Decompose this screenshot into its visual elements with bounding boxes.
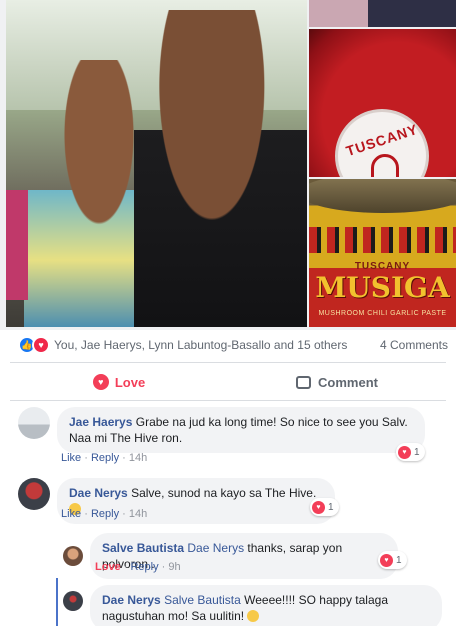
- love-button[interactable]: ♥ Love: [10, 366, 228, 398]
- comment-bubble: Jae Haerys Grabe na jud ka long time! So…: [57, 407, 425, 453]
- tuscany-seal-logo: TUSCANY: [335, 109, 429, 177]
- photo-person-man: [134, 10, 307, 327]
- photo-grid: TUSCANY TUSCANY MUSIGA MUSHROOM CHILI GA…: [0, 0, 456, 330]
- photo-thumb-top[interactable]: [309, 0, 456, 27]
- comment-meta: Like · Reply · 14h: [61, 452, 147, 464]
- comment-reaction-badge[interactable]: ♥ 1: [378, 551, 407, 569]
- jar-product-name: MUSIGA: [315, 271, 450, 304]
- reaction-count: 1: [414, 446, 420, 458]
- comment-timestamp[interactable]: 9h: [168, 561, 180, 573]
- comment-meta: Love · Reply · 9h: [95, 561, 181, 573]
- separator-dot: ·: [122, 452, 126, 464]
- avatar[interactable]: [18, 407, 50, 439]
- comment-author-link[interactable]: Salve Bautista: [102, 541, 184, 555]
- separator-dot: ·: [122, 508, 126, 520]
- love-button-label: Love: [114, 374, 146, 390]
- avatar[interactable]: [63, 591, 83, 611]
- comment-reaction-badge[interactable]: ♥ 1: [396, 443, 425, 461]
- reactions-summary: 👍 ♥ You, Jae Haerys, Lynn Labuntog-Basal…: [18, 334, 448, 356]
- comment-author-link[interactable]: Dae Nerys: [102, 593, 161, 607]
- comment-button-label: Comment: [318, 374, 378, 390]
- photo-bag-strap: [6, 190, 28, 300]
- comment-like-link[interactable]: Like: [61, 452, 81, 464]
- reply-item: Dae Nerys Salve Bautista Weeee!!!! SO ha…: [63, 585, 442, 626]
- comment-meta: Like · Reply · 14h: [61, 508, 147, 520]
- avatar[interactable]: [18, 478, 50, 510]
- separator-dot: ·: [123, 561, 128, 573]
- photo-thumb-tuscany-box[interactable]: TUSCANY: [309, 29, 456, 177]
- reaction-count: 1: [328, 501, 334, 513]
- photo-thumb-musiga-jar[interactable]: TUSCANY MUSIGA MUSHROOM CHILI GARLIC PAS…: [309, 179, 456, 327]
- smile-emoji-icon: [247, 610, 260, 622]
- comment-item: Jae Haerys Grabe na jud ka long time! So…: [18, 407, 425, 453]
- reaction-names-link[interactable]: You, Jae Haerys, Lynn Labuntog-Basallo a…: [54, 338, 347, 352]
- seal-mark-icon: [371, 154, 399, 177]
- heart-icon: ♥: [380, 553, 393, 567]
- comment-mention-link[interactable]: Dae Nerys: [187, 541, 244, 555]
- comment-reply-link[interactable]: Reply: [91, 508, 119, 520]
- photo-main-selfie[interactable]: [6, 0, 307, 327]
- separator-dot: ·: [84, 508, 88, 520]
- jar-pattern-band: [309, 227, 456, 253]
- post-action-bar: ♥ Love Comment: [10, 366, 446, 398]
- comments-count-link[interactable]: 4 Comments: [380, 338, 448, 352]
- comment-timestamp[interactable]: 14h: [129, 508, 147, 520]
- jar-product-sub: MUSHROOM CHILI GARLIC PASTE: [318, 310, 447, 317]
- separator-dot: ·: [161, 561, 166, 573]
- avatar[interactable]: [63, 546, 83, 566]
- heart-icon: ♥: [92, 374, 109, 390]
- comment-timestamp[interactable]: 14h: [129, 452, 147, 464]
- heart-icon: ♥: [398, 445, 411, 459]
- divider: [10, 400, 446, 401]
- comment-text: Salve, sunod na kayo sa The Hive.: [131, 486, 317, 500]
- love-reaction-icon[interactable]: ♥: [32, 336, 50, 354]
- heart-icon: ♥: [312, 500, 325, 514]
- comment-like-link[interactable]: Like: [61, 508, 81, 520]
- comment-bubble-icon: [296, 375, 312, 389]
- comment-reply-link[interactable]: Reply: [130, 561, 158, 573]
- comment-author-link[interactable]: Jae Haerys: [69, 415, 132, 429]
- comment-author-link[interactable]: Dae Nerys: [69, 486, 128, 500]
- comment-love-link[interactable]: Love: [95, 561, 121, 573]
- comment-reaction-badge[interactable]: ♥ 1: [310, 498, 339, 516]
- jar-lid: [309, 179, 456, 213]
- comment-bubble: Dae Nerys Salve Bautista Weeee!!!! SO ha…: [90, 585, 442, 626]
- separator-dot: ·: [84, 452, 88, 464]
- comment-button[interactable]: Comment: [228, 366, 446, 398]
- reply-focus-indicator: [56, 578, 58, 626]
- comment-mention-link[interactable]: Salve Bautista: [164, 593, 241, 607]
- reaction-count: 1: [396, 554, 402, 566]
- divider: [10, 362, 446, 363]
- comment-reply-link[interactable]: Reply: [91, 452, 119, 464]
